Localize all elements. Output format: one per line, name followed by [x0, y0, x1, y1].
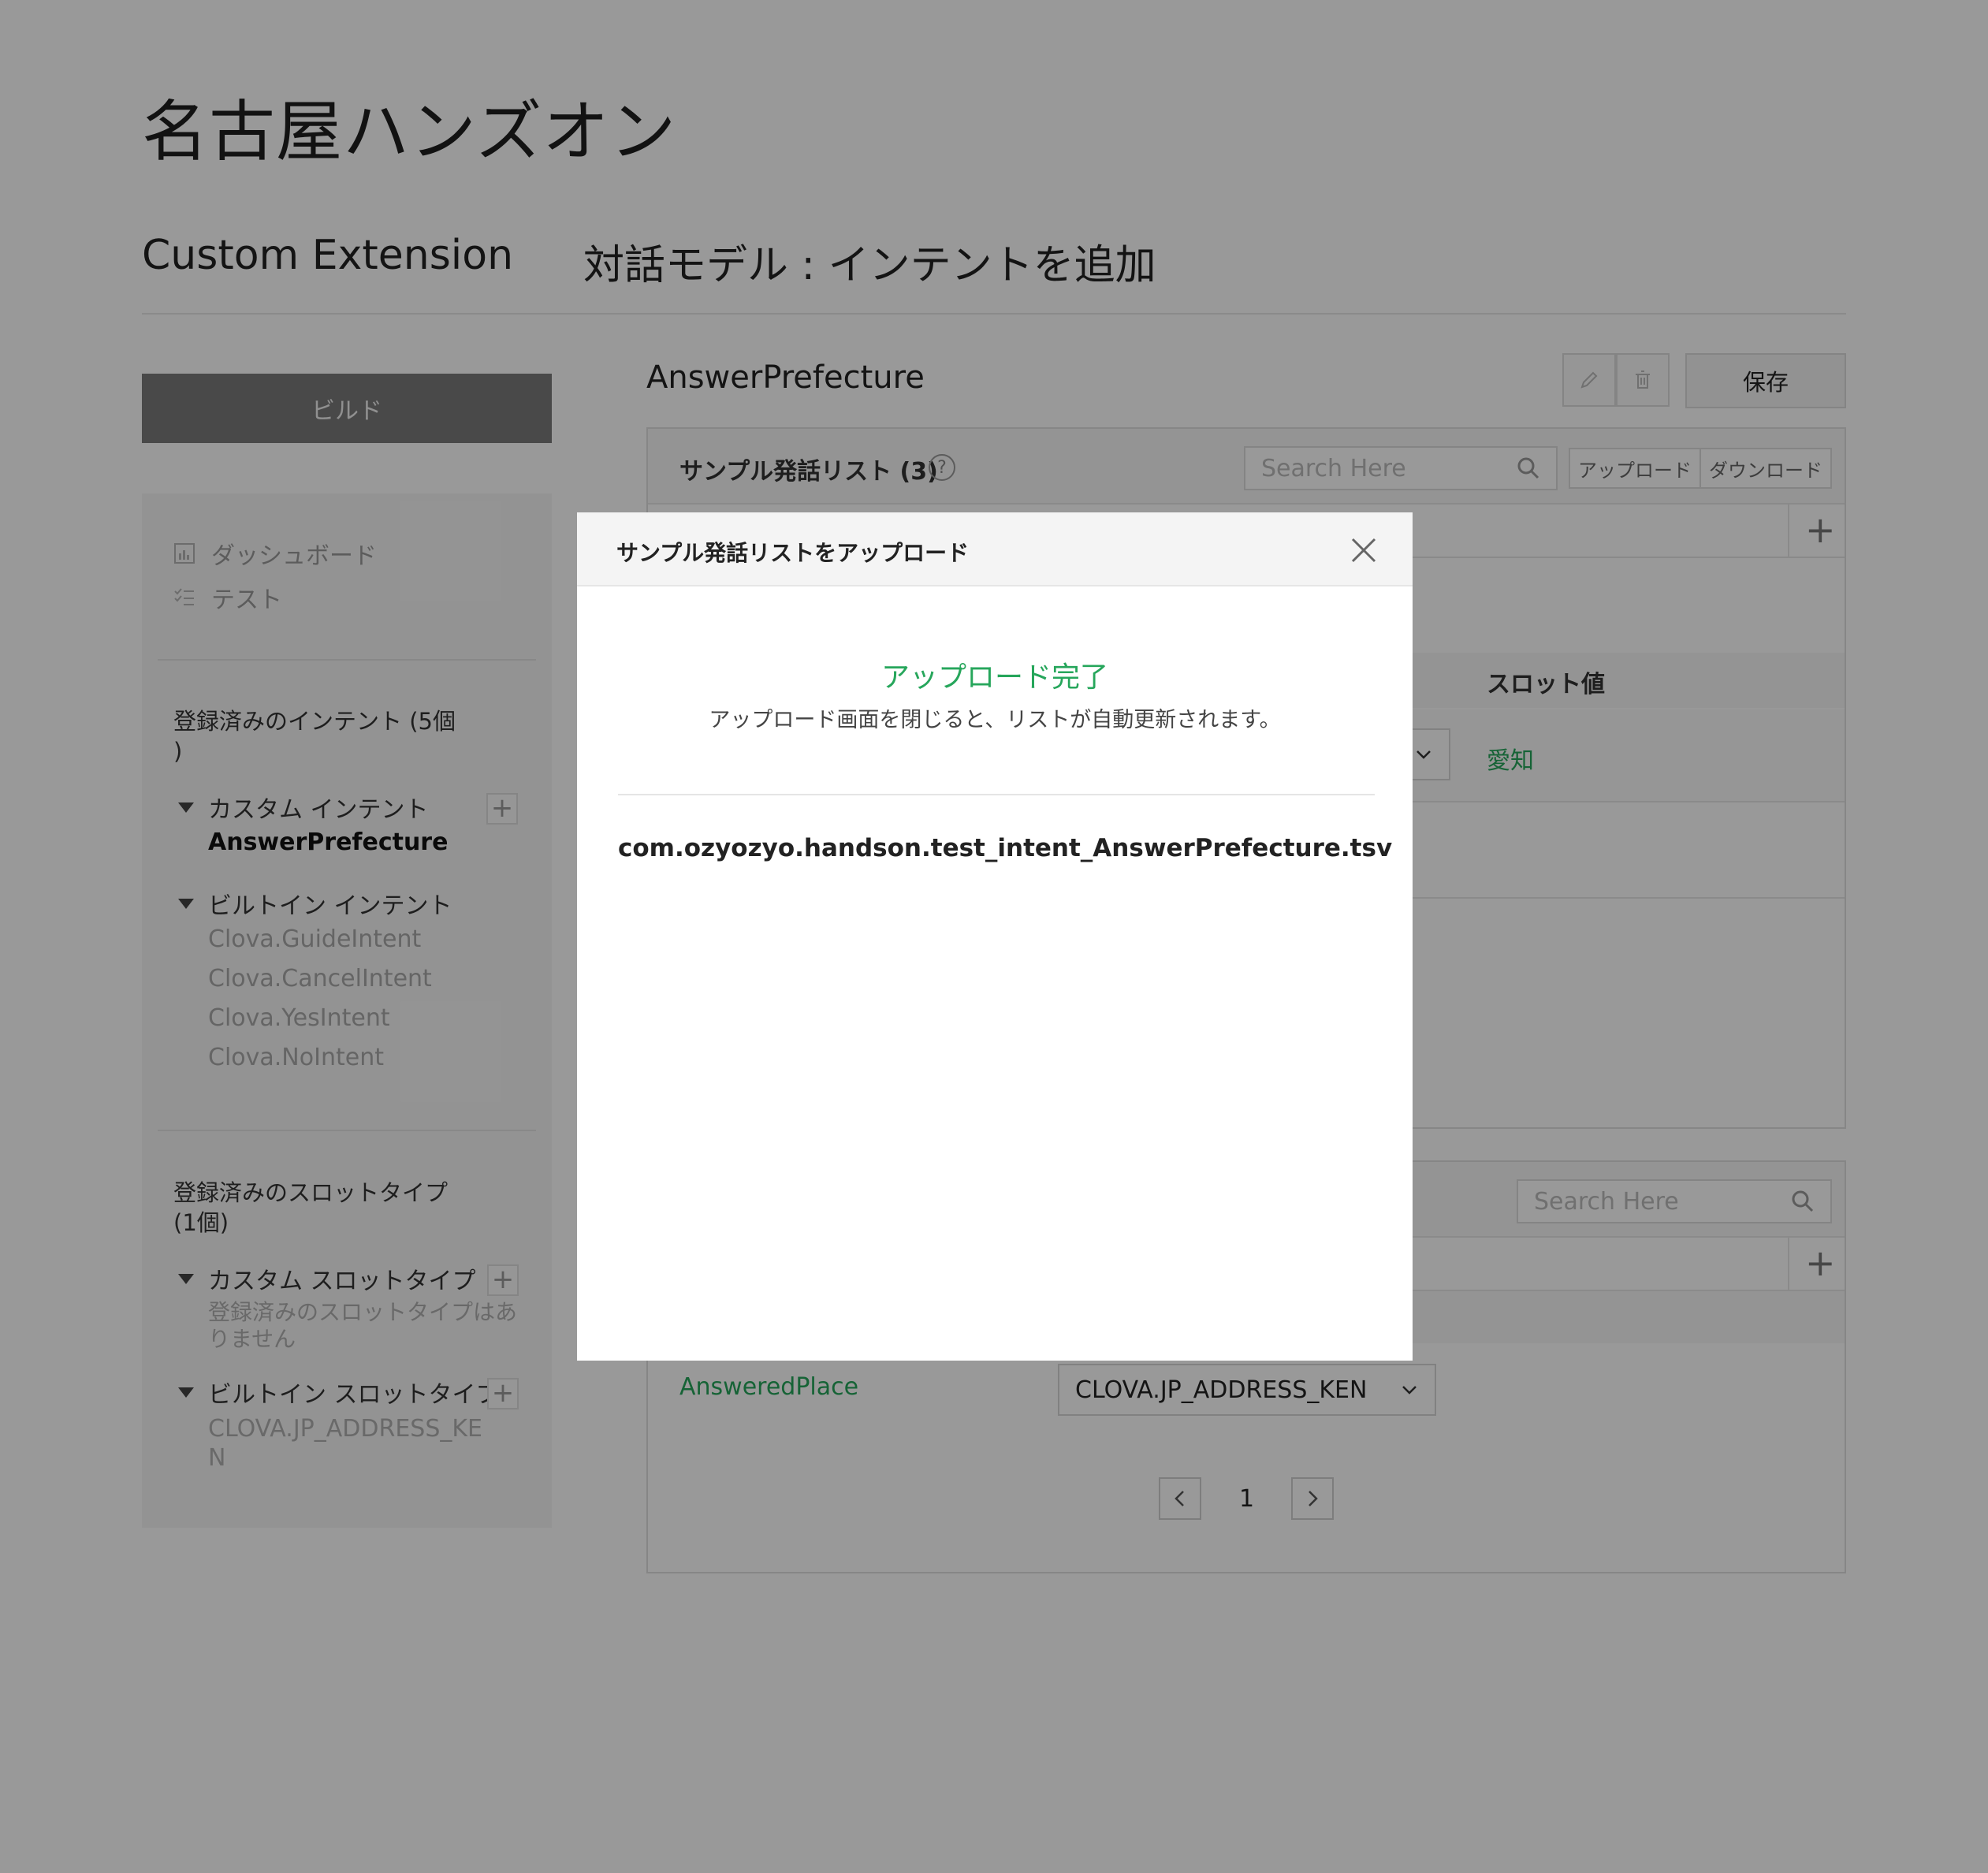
upload-description: アップロード画面を閉じると、リストが自動更新されます。 [709, 708, 1281, 732]
page: 名古屋ハンズオン Custom Extension 対話モデル : インテントを… [0, 0, 1988, 1873]
upload-modal [577, 512, 1413, 1361]
modal-divider [618, 794, 1375, 795]
uploaded-filename: com.ozyozyo.handson.test_intent_AnswerPr… [618, 834, 1393, 862]
close-icon[interactable] [1350, 536, 1378, 564]
upload-success-message: アップロード完了 [880, 661, 1108, 694]
modal-title: サンプル発話リストをアップロード [616, 540, 970, 566]
